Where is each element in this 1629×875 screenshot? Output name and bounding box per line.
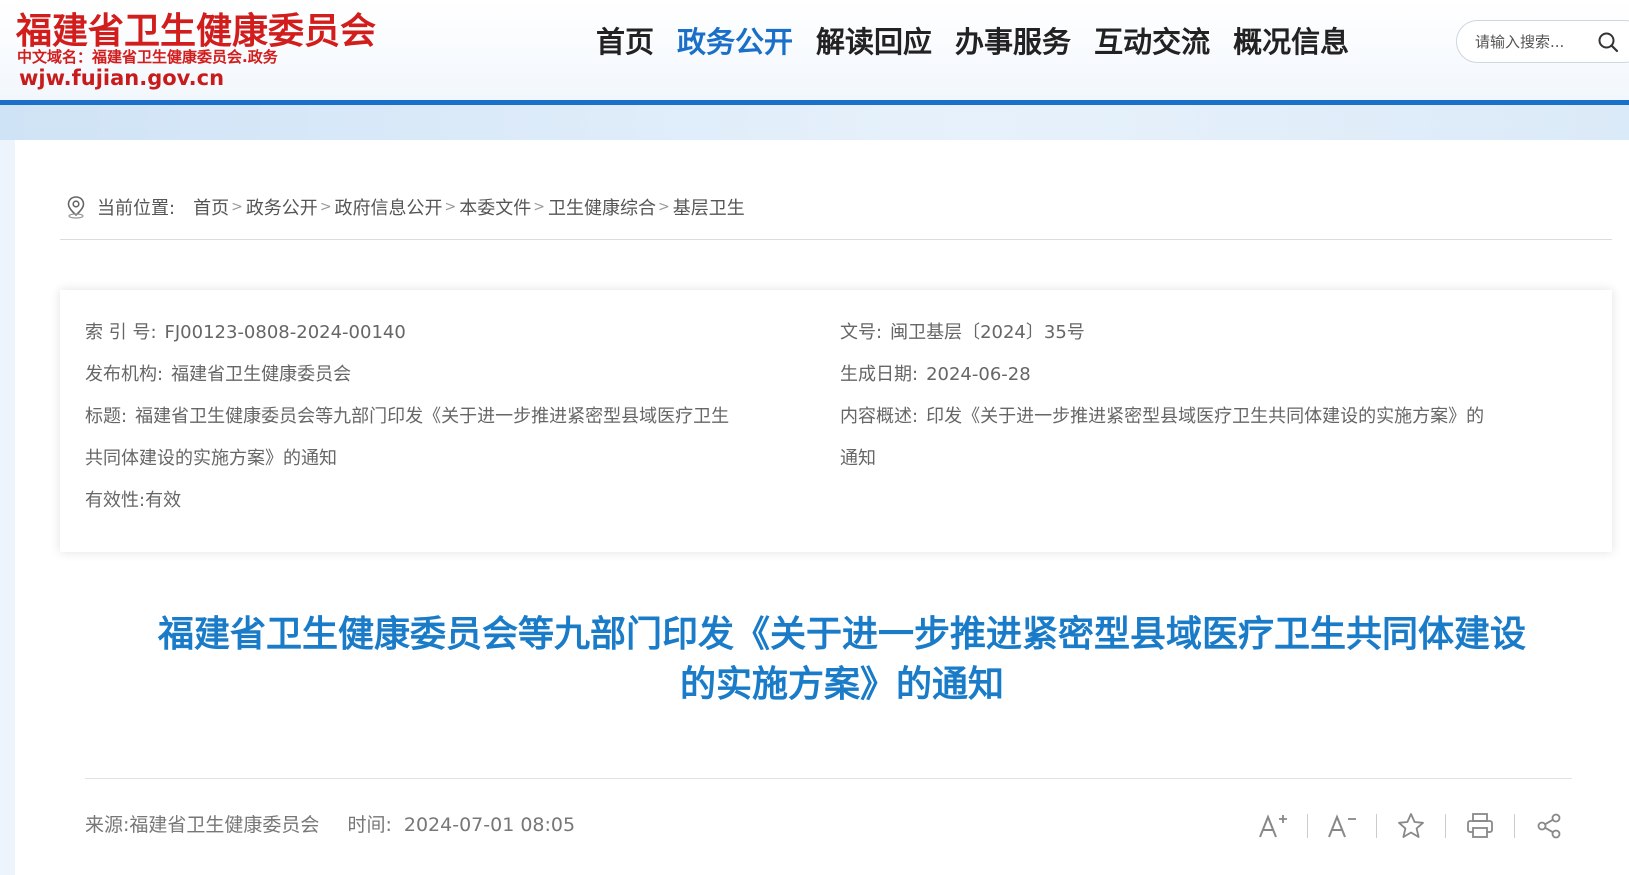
- breadcrumb-home[interactable]: 首页: [193, 194, 229, 220]
- font-increase-icon: [1259, 814, 1287, 838]
- nav-item-government-affairs[interactable]: 政务公开: [677, 20, 793, 64]
- site-domain: wjw.fujian.gov.cn: [19, 66, 225, 90]
- font-decrease-button[interactable]: [1324, 810, 1360, 842]
- toolbar-separator: [1445, 814, 1446, 838]
- nav-item-interpretation[interactable]: 解读回应: [816, 20, 932, 64]
- meta-title-continued: 共同体建设的实施方案》的通知: [85, 448, 337, 469]
- meta-generated-date: 生成日期: 2024-06-28: [840, 354, 1570, 396]
- search-icon[interactable]: [1597, 31, 1619, 53]
- main-nav: 首页 政务公开 解读回应 办事服务 互动交流 概况信息: [596, 20, 1372, 64]
- nav-item-services[interactable]: 办事服务: [955, 20, 1071, 64]
- breadcrumb-health-general[interactable]: 卫生健康综合: [548, 194, 656, 220]
- toolbar-separator: [1514, 814, 1515, 838]
- favorite-button[interactable]: [1393, 810, 1429, 842]
- breadcrumb-label: 当前位置:: [97, 198, 176, 219]
- favorite-star-icon: [1398, 813, 1424, 838]
- print-button[interactable]: [1462, 810, 1498, 842]
- site-cn-domain: 中文域名：福建省卫生健康委员会.政务: [17, 48, 278, 66]
- font-increase-button[interactable]: [1255, 810, 1291, 842]
- print-icon: [1467, 813, 1493, 838]
- breadcrumb-separator: >: [319, 199, 332, 215]
- breadcrumb-separator: >: [533, 199, 546, 215]
- article-toolbar: [1255, 808, 1567, 844]
- meta-key: 发布机构:: [85, 364, 164, 385]
- title-divider: [85, 778, 1572, 779]
- header-banner-strip: [0, 105, 1629, 140]
- location-pin-icon: [67, 196, 85, 219]
- meta-value: 有效: [145, 490, 182, 511]
- toolbar-separator: [1307, 814, 1308, 838]
- breadcrumb: 当前位置: 首页 > 政务公开 > 政府信息公开 > 本委文件 > 卫生健康综合 > 基层…: [65, 192, 745, 222]
- left-page-margin: [0, 140, 15, 875]
- meta-summary: 内容概述: 印发《关于进一步推进紧密型县域医疗卫生共同体建设的实施方案》的: [840, 396, 1570, 438]
- nav-item-overview[interactable]: 概况信息: [1233, 20, 1349, 64]
- meta-publisher: 发布机构: 福建省卫生健康委员会: [85, 354, 815, 396]
- article-source-row: 来源:福建省卫生健康委员会 时间: 2024-07-01 08:05: [85, 810, 597, 837]
- metadata-right-column: 文号: 闽卫基层〔2024〕35号 生成日期: 2024-06-28 内容概述: 印发…: [840, 312, 1570, 480]
- breadcrumb-separator: >: [444, 199, 457, 215]
- meta-value: 印发《关于进一步推进紧密型县域医疗卫生共同体建设的实施方案》的: [926, 406, 1485, 427]
- site-header: 福建省卫生健康委员会 中文域名：福建省卫生健康委员会.政务 wjw.fujian…: [0, 0, 1629, 105]
- article-source: 来源:福建省卫生健康委员会: [85, 814, 320, 836]
- toolbar-separator: [1376, 814, 1377, 838]
- article-title-line: 的实施方案》的通知: [679, 664, 1004, 705]
- meta-title: 标题: 福建省卫生健康委员会等九部门印发《关于进一步推进紧密型县域医疗卫生: [85, 396, 815, 438]
- breadcrumb-divider: [60, 239, 1612, 240]
- share-button[interactable]: [1531, 810, 1567, 842]
- meta-document-number: 文号: 闽卫基层〔2024〕35号: [840, 312, 1570, 354]
- breadcrumb-gov-info-disclosure[interactable]: 政府信息公开: [335, 194, 443, 220]
- article-title-line: 福建省卫生健康委员会等九部门印发《关于进一步推进紧密型县域医疗卫生共同体建设: [157, 614, 1526, 655]
- meta-summary-continued: 通知: [840, 448, 876, 469]
- meta-validity: 有效性:有效: [85, 480, 815, 522]
- share-icon: [1537, 813, 1561, 839]
- meta-index-number: 索 引 号: FJ00123-0808-2024-00140: [85, 312, 815, 354]
- meta-key: 文号:: [840, 322, 883, 343]
- breadcrumb-commission-documents[interactable]: 本委文件: [459, 194, 531, 220]
- document-metadata-panel: 索 引 号: FJ00123-0808-2024-00140 发布机构: 福建省卫生…: [60, 290, 1612, 552]
- breadcrumb-separator: >: [658, 199, 670, 215]
- nav-item-interaction[interactable]: 互动交流: [1094, 20, 1210, 64]
- meta-value: 福建省卫生健康委员会: [171, 364, 352, 385]
- meta-key: 标题:: [85, 406, 128, 427]
- meta-key: 生成日期:: [840, 364, 919, 385]
- font-decrease-icon: [1328, 814, 1356, 838]
- meta-key: 内容概述:: [840, 406, 919, 427]
- search-input[interactable]: [1475, 29, 1605, 55]
- breadcrumb-government-affairs[interactable]: 政务公开: [246, 194, 318, 220]
- breadcrumb-separator: >: [231, 199, 243, 215]
- article-time: 2024-07-01 08:05: [403, 814, 576, 836]
- article-time-label: 时间:: [347, 814, 392, 836]
- meta-value: 2024-06-28: [926, 364, 1031, 385]
- content-card: 当前位置: 首页 > 政务公开 > 政府信息公开 > 本委文件 > 卫生健康综合 > 基层…: [15, 140, 1629, 875]
- article-title: 福建省卫生健康委员会等九部门印发《关于进一步推进紧密型县域医疗卫生共同体建设 的…: [55, 610, 1629, 710]
- nav-item-home[interactable]: 首页: [596, 20, 654, 64]
- meta-key: 索 引 号:: [85, 322, 157, 343]
- meta-value: 福建省卫生健康委员会等九部门印发《关于进一步推进紧密型县域医疗卫生: [135, 406, 730, 427]
- metadata-left-column: 索 引 号: FJ00123-0808-2024-00140 发布机构: 福建省卫生…: [85, 312, 815, 522]
- meta-value: 闽卫基层〔2024〕35号: [890, 322, 1085, 343]
- search-box: [1456, 20, 1629, 63]
- meta-value: FJ00123-0808-2024-00140: [164, 322, 406, 343]
- breadcrumb-primary-health[interactable]: 基层卫生: [673, 194, 745, 220]
- meta-key: 有效性:: [85, 490, 146, 511]
